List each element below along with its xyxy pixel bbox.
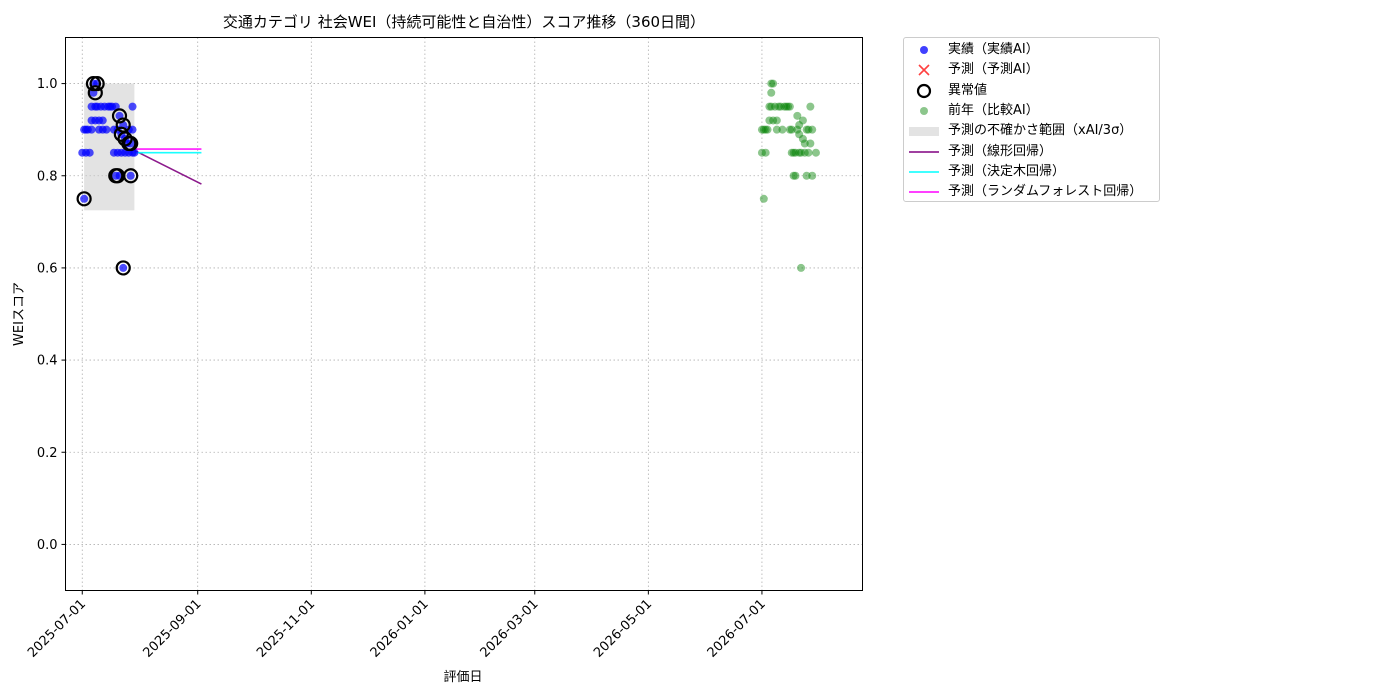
legend-ring [916,83,932,98]
y-axis-label: WEIスコア [12,282,27,346]
actual-point [119,263,128,272]
legend-x-marker [918,64,930,76]
y-tick-label: 0.4 [37,354,58,369]
previous-year-point [798,116,807,125]
actual-point [102,125,111,134]
legend-dot [920,46,928,54]
previous-year-point [767,88,776,97]
legend-label: 予測の不確かさ範囲（xAI/3σ） [948,123,1133,139]
previous-year-point [778,125,787,134]
y-tick-label: 0.6 [37,261,58,276]
legend-item-uncertainty: 予測の不確かさ範囲（xAI/3σ） [904,121,1159,141]
previous-year-point [797,263,806,272]
legend-symbol-line [909,191,939,193]
legend-symbol-band [909,127,939,137]
legend-item-linear: 予測（線形回帰） [904,142,1159,162]
legend-band [909,127,939,137]
previous-year-point [772,116,781,125]
previous-year-point [791,171,800,180]
legend-label: 予測（予測AI） [948,62,1039,78]
previous-year-point [759,194,768,203]
legend-item-anomaly: 異常値 [904,81,1159,101]
previous-year-point [808,125,817,134]
legend-label: 前年（比較AI） [948,102,1039,118]
chart-svg: 交通カテゴリ 社会WEI（持続可能性と自治性）スコア推移（360日間） 0.0 0… [0,0,1400,700]
legend-item-predicted: 予測（予測AI） [904,60,1159,80]
legend: 実績（実績AI） 予測（予測AI） 異常値前年（比較AI） 予測の不確かさ範囲（xAI… [903,37,1160,202]
legend-symbol-line [909,150,939,153]
legend-dot [920,106,928,115]
previous-year-point [804,148,813,157]
legend-label: 予測（決定木回帰） [948,163,1066,179]
actual-point [80,194,89,203]
previous-year-point [811,148,820,157]
legend-item-tree: 予測（決定木回帰） [904,162,1159,182]
actual-point [87,125,96,134]
actual-point [98,116,107,125]
legend-item-previous_year: 前年（比較AI） [904,101,1159,121]
chart-background [0,0,1400,700]
actual-point [128,102,137,111]
legend-symbol-line [909,170,939,173]
legend-item-actual: 実績（実績AI） [904,40,1159,60]
actual-point [126,171,135,180]
y-tick-label: 1.0 [37,77,58,92]
chart-title: 交通カテゴリ 社会WEI（持続可能性と自治性）スコア推移（360日間） [223,13,705,31]
previous-year-point [761,148,770,157]
legend-symbol-x [918,64,930,76]
legend-label: 予測（線形回帰） [948,143,1053,159]
legend-symbol-dot [920,106,928,115]
previous-year-point [806,102,815,111]
x-axis-label: 評価日 [443,670,482,685]
legend-symbol-ring [916,83,932,98]
legend-label: 予測（ランダムフォレスト回帰） [948,184,1143,200]
actual-point [85,148,94,157]
legend-symbol-dot [920,46,928,54]
previous-year-point [808,171,817,180]
previous-year-point [769,79,778,88]
y-tick-label: 0.0 [37,538,58,553]
legend-item-forest: 予測（ランダムフォレスト回帰） [904,182,1159,202]
previous-year-point [785,102,794,111]
legend-label: 異常値 [948,82,988,98]
previous-year-point [763,125,772,134]
y-tick-label: 0.8 [37,169,58,184]
y-tick-label: 0.2 [37,446,58,461]
previous-year-point [806,139,815,148]
legend-label: 実績（実績AI） [948,42,1039,57]
